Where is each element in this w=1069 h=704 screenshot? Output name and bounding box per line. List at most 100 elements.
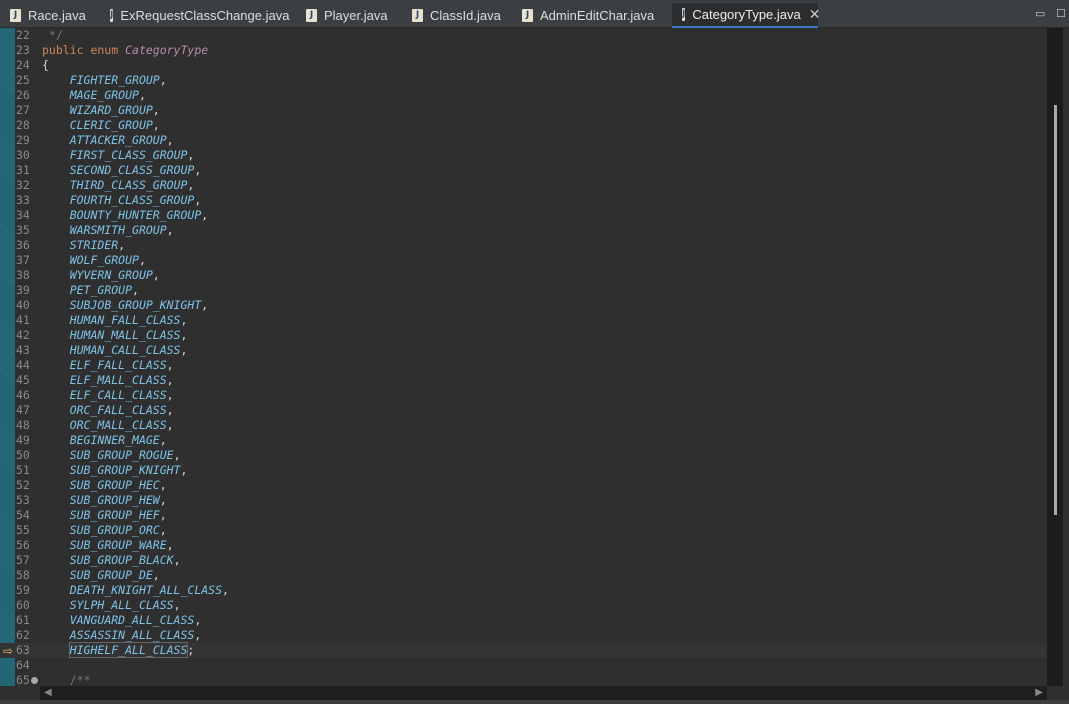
line-number: 40 — [16, 298, 30, 312]
line-number: 64 — [16, 658, 30, 672]
code-line: 43 HUMAN_CALL_CLASS, — [16, 343, 188, 357]
tab-label: CategoryType.java — [692, 7, 801, 22]
code-line: 56 SUB_GROUP_WARE, — [16, 538, 174, 552]
enum-constant: CLERIC_GROUP — [69, 118, 153, 132]
line-number: 36 — [16, 238, 30, 252]
enum-constant: HUMAN_CALL_CLASS — [69, 343, 181, 357]
enum-constant: WARSMITH_GROUP — [69, 223, 167, 237]
line-number: 23 — [16, 43, 30, 57]
line-number: 26 — [16, 88, 30, 102]
code-line: 29 ATTACKER_GROUP, — [16, 133, 174, 147]
code-line: 54 SUB_GROUP_HEF, — [16, 508, 167, 522]
code-line: 62 ASSASSIN_ALL_CLASS, — [16, 628, 202, 642]
line-number: 48 — [16, 418, 30, 432]
code-line: 33 FOURTH_CLASS_GROUP, — [16, 193, 202, 207]
code-line: 26 MAGE_GROUP, — [16, 88, 146, 102]
enum-constant: ELF_CALL_CLASS — [69, 388, 167, 402]
enum-constant: VANGUARD_ALL_CLASS — [69, 613, 195, 627]
enum-constant: MAGE_GROUP — [69, 88, 139, 102]
line-number: 53 — [16, 493, 30, 507]
line-number: 44 — [16, 358, 30, 372]
scroll-left-icon[interactable]: ◀ — [44, 687, 52, 698]
enum-constant: SECOND_CLASS_GROUP — [69, 163, 195, 177]
minimize-icon[interactable]: ▭ — [1035, 7, 1047, 20]
code-line: 25 FIGHTER_GROUP, — [16, 73, 167, 87]
line-number: 56 — [16, 538, 30, 552]
maximize-icon[interactable]: ☐ — [1056, 7, 1068, 20]
code-line: 28 CLERIC_GROUP, — [16, 118, 160, 132]
enum-constant: ELF_FALL_CLASS — [69, 358, 167, 372]
code-line: 46 ELF_CALL_CLASS, — [16, 388, 174, 402]
tab-label: ExRequestClassChange.java — [120, 8, 290, 23]
line-number: 47 — [16, 403, 30, 417]
enum-constant: DEATH_KNIGHT_ALL_CLASS — [69, 583, 223, 597]
line-number: 46 — [16, 388, 30, 402]
line-number: 52 — [16, 478, 30, 492]
code-line: 30 FIRST_CLASS_GROUP, — [16, 148, 195, 162]
line-number: 57 — [16, 553, 30, 567]
enum-constant: FOURTH_CLASS_GROUP — [69, 193, 195, 207]
line-number: 61 — [16, 613, 30, 627]
line-number: 32 — [16, 178, 30, 192]
enum-constant: THIRD_CLASS_GROUP — [69, 178, 188, 192]
code-line: 59 DEATH_KNIGHT_ALL_CLASS, — [16, 583, 229, 597]
code-line: 34 BOUNTY_HUNTER_GROUP, — [16, 208, 209, 222]
line-number: 49 — [16, 433, 30, 447]
code-line: 23 public enum CategoryType — [0, 43, 1047, 58]
tab-race[interactable]: J Race.java — [0, 3, 90, 28]
line-number: 24 — [16, 58, 30, 72]
line-number: 33 — [16, 193, 30, 207]
line-number: 60 — [16, 598, 30, 612]
code-line: 60 SYLPH_ALL_CLASS, — [16, 598, 181, 612]
line-number: 39 — [16, 283, 30, 297]
current-instruction-arrow-icon: ⇨ — [3, 644, 14, 658]
scroll-right-icon[interactable]: ▶ — [1035, 687, 1043, 698]
enum-constant: WYVERN_GROUP — [69, 268, 153, 282]
line-number: 50 — [16, 448, 30, 462]
enum-constant: SUB_GROUP_DE — [69, 568, 153, 582]
line-number: 38 — [16, 268, 30, 282]
code-line: 63 HIGHELF_ALL_CLASS; — [0, 642, 1047, 658]
enum-constant: WOLF_GROUP — [69, 253, 139, 267]
line-number: 35 — [16, 223, 30, 237]
tab-classid[interactable]: J ClassId.java — [402, 3, 502, 28]
tab-categorytype[interactable]: J CategoryType.java ✕ — [672, 3, 821, 28]
enum-constant: SUB_GROUP_ROGUE — [69, 448, 174, 462]
tab-player[interactable]: J Player.java — [296, 3, 392, 28]
java-file-icon: J — [306, 9, 317, 22]
line-number: 43 — [16, 343, 30, 357]
enum-constant: SUB_GROUP_HEF — [69, 508, 160, 522]
enum-constant: STRIDER — [69, 238, 119, 252]
fold-collapse-icon[interactable] — [31, 677, 38, 684]
enum-constant: BOUNTY_HUNTER_GROUP — [69, 208, 202, 222]
code-line: 44 ELF_FALL_CLASS, — [16, 358, 174, 372]
code-line: 49 BEGINNER_MAGE, — [16, 433, 167, 447]
tab-label: Race.java — [28, 8, 86, 23]
code-editor[interactable]: 22 */23 public enum CategoryType 24 {25 FIG… — [0, 28, 1047, 686]
enum-constant: SYLPH_ALL_CLASS — [69, 598, 174, 612]
enum-constant: HIGHELF_ALL_CLASS — [68, 642, 189, 658]
code-line: 53 SUB_GROUP_HEW, — [16, 493, 167, 507]
code-line: 22 */ — [16, 28, 63, 42]
enum-constant: SUB_GROUP_ORC — [69, 523, 160, 537]
tab-label: AdminEditChar.java — [540, 8, 655, 23]
horizontal-scrollbar[interactable]: ◀ ▶ — [40, 686, 1047, 700]
line-number: 31 — [16, 163, 30, 177]
enum-constant: ORC_MALL_CLASS — [69, 418, 167, 432]
code-line: 32 THIRD_CLASS_GROUP, — [16, 178, 195, 192]
enum-constant: HUMAN_FALL_CLASS — [69, 313, 181, 327]
code-line: 61 VANGUARD_ALL_CLASS, — [16, 613, 202, 627]
vertical-scrollbar-thumb[interactable] — [1054, 105, 1057, 515]
code-line: 52 SUB_GROUP_HEC, — [16, 478, 167, 492]
line-number: 54 — [16, 508, 30, 522]
tab-admineditchar[interactable]: J AdminEditChar.java — [512, 3, 662, 28]
enum-constant: ASSASSIN_ALL_CLASS — [69, 628, 195, 642]
vertical-scrollbar[interactable] — [1047, 28, 1063, 686]
code-line: 57 SUB_GROUP_BLACK, — [16, 553, 181, 567]
close-icon[interactable]: ✕ — [809, 6, 821, 23]
tab-exrequestclasschange[interactable]: J ExRequestClassChange.java — [100, 3, 290, 28]
line-number: 51 — [16, 463, 30, 477]
line-number: 59 — [16, 583, 30, 597]
enum-constant: HUMAN_MALL_CLASS — [69, 328, 181, 342]
java-file-icon: J — [10, 9, 21, 22]
